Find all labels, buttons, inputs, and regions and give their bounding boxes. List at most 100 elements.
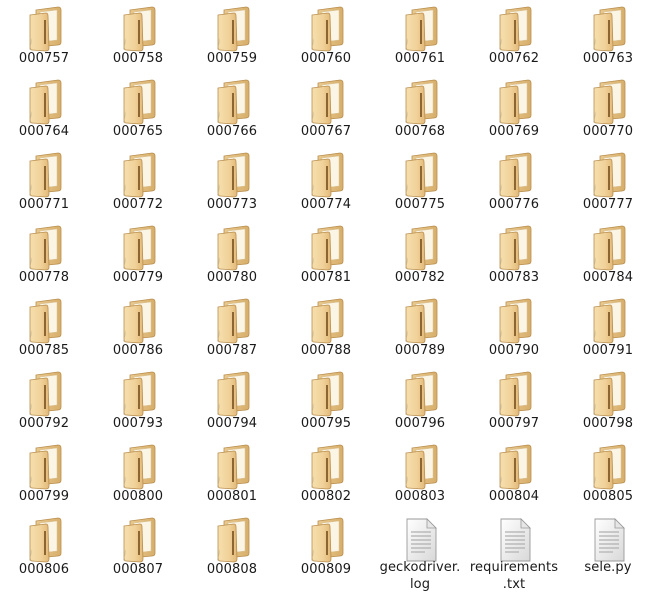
folder-item[interactable]: 000776 — [467, 146, 561, 219]
folder-icon — [27, 298, 63, 344]
folder-item[interactable]: 000803 — [373, 438, 467, 511]
item-label: 000775 — [373, 196, 467, 213]
folder-item[interactable]: 000761 — [373, 0, 467, 73]
item-label-line: 000797 — [488, 416, 540, 431]
folder-item[interactable]: 000801 — [185, 438, 279, 511]
folder-item[interactable]: 000793 — [91, 365, 185, 438]
folder-icon — [309, 225, 345, 271]
item-label: 000771 — [0, 196, 91, 213]
folder-icon — [591, 225, 627, 271]
folder-item[interactable]: 000797 — [467, 365, 561, 438]
folder-item[interactable]: 000800 — [91, 438, 185, 511]
folder-icon — [309, 444, 345, 490]
item-label-line: 000796 — [394, 416, 446, 431]
folder-item[interactable]: 000798 — [561, 365, 655, 438]
folder-item[interactable]: 000763 — [561, 0, 655, 73]
item-label: 000796 — [373, 415, 467, 432]
folder-item[interactable]: 000778 — [0, 219, 91, 292]
folder-item[interactable]: 000768 — [373, 73, 467, 146]
folder-icon — [591, 371, 627, 417]
folder-item[interactable]: 000805 — [561, 438, 655, 511]
folder-item[interactable]: 000792 — [0, 365, 91, 438]
folder-item[interactable]: 000757 — [0, 0, 91, 73]
folder-icon — [309, 152, 345, 198]
file-item[interactable]: geckodriver. log — [373, 511, 467, 592]
item-label-line: sele.py — [584, 560, 632, 575]
item-label-line: 000781 — [300, 270, 352, 285]
folder-item[interactable]: 000775 — [373, 146, 467, 219]
folder-item[interactable]: 000802 — [279, 438, 373, 511]
item-label: sele.py — [561, 559, 655, 576]
folder-item[interactable]: 000783 — [467, 219, 561, 292]
item-label: 000774 — [279, 196, 373, 213]
folder-item[interactable]: 000784 — [561, 219, 655, 292]
folder-item[interactable]: 000807 — [91, 511, 185, 584]
item-label: 000791 — [561, 342, 655, 359]
folder-item[interactable]: 000764 — [0, 73, 91, 146]
folder-item[interactable]: 000806 — [0, 511, 91, 584]
item-label-line: 000771 — [18, 197, 70, 212]
folder-item[interactable]: 000771 — [0, 146, 91, 219]
folder-icon — [309, 298, 345, 344]
folder-icon — [27, 6, 63, 52]
folder-item[interactable]: 000788 — [279, 292, 373, 365]
folder-icon — [591, 6, 627, 52]
item-label: 000773 — [185, 196, 279, 213]
folder-item[interactable]: 000773 — [185, 146, 279, 219]
item-label-line: 000785 — [18, 343, 70, 358]
folder-item[interactable]: 000796 — [373, 365, 467, 438]
item-label-line: 000788 — [300, 343, 352, 358]
folder-item[interactable]: 000780 — [185, 219, 279, 292]
folder-item[interactable]: 000766 — [185, 73, 279, 146]
item-label: 000792 — [0, 415, 91, 432]
item-label: 000786 — [91, 342, 185, 359]
folder-item[interactable]: 000762 — [467, 0, 561, 73]
folder-icon — [309, 371, 345, 417]
folder-item[interactable]: 000781 — [279, 219, 373, 292]
item-label: 000783 — [467, 269, 561, 286]
folder-item[interactable]: 000772 — [91, 146, 185, 219]
folder-item[interactable]: 000804 — [467, 438, 561, 511]
folder-item[interactable]: 000760 — [279, 0, 373, 73]
folder-icon — [121, 444, 157, 490]
item-label: 000778 — [0, 269, 91, 286]
folder-icon — [591, 444, 627, 490]
item-label: 000794 — [185, 415, 279, 432]
folder-item[interactable]: 000809 — [279, 511, 373, 584]
folder-item[interactable]: 000785 — [0, 292, 91, 365]
folder-icon — [497, 6, 533, 52]
folder-item[interactable]: 000791 — [561, 292, 655, 365]
folder-icon — [497, 444, 533, 490]
item-label: 000780 — [185, 269, 279, 286]
folder-item[interactable]: 000770 — [561, 73, 655, 146]
folder-item[interactable]: 000790 — [467, 292, 561, 365]
file-item[interactable]: sele.py — [561, 511, 655, 584]
folder-item[interactable]: 000799 — [0, 438, 91, 511]
folder-item[interactable]: 000808 — [185, 511, 279, 584]
item-label: 000790 — [467, 342, 561, 359]
folder-item[interactable]: 000779 — [91, 219, 185, 292]
folder-item[interactable]: 000765 — [91, 73, 185, 146]
folder-item[interactable]: 000782 — [373, 219, 467, 292]
item-label: 000795 — [279, 415, 373, 432]
folder-item[interactable]: 000794 — [185, 365, 279, 438]
folder-item[interactable]: 000759 — [185, 0, 279, 73]
folder-item[interactable]: 000777 — [561, 146, 655, 219]
item-label-line: 000783 — [488, 270, 540, 285]
folder-item[interactable]: 000787 — [185, 292, 279, 365]
folder-icon — [591, 298, 627, 344]
folder-item[interactable]: 000769 — [467, 73, 561, 146]
folder-item[interactable]: 000774 — [279, 146, 373, 219]
item-label-line: 000790 — [488, 343, 540, 358]
folder-icon — [403, 152, 439, 198]
folder-item[interactable]: 000758 — [91, 0, 185, 73]
folder-item[interactable]: 000795 — [279, 365, 373, 438]
folder-item[interactable]: 000786 — [91, 292, 185, 365]
file-item[interactable]: requirements .txt — [467, 511, 561, 592]
folder-icon — [27, 371, 63, 417]
item-label: 000803 — [373, 488, 467, 505]
folder-item[interactable]: 000767 — [279, 73, 373, 146]
folder-item[interactable]: 000789 — [373, 292, 467, 365]
item-label-line: 000799 — [18, 489, 70, 504]
folder-icon — [403, 444, 439, 490]
